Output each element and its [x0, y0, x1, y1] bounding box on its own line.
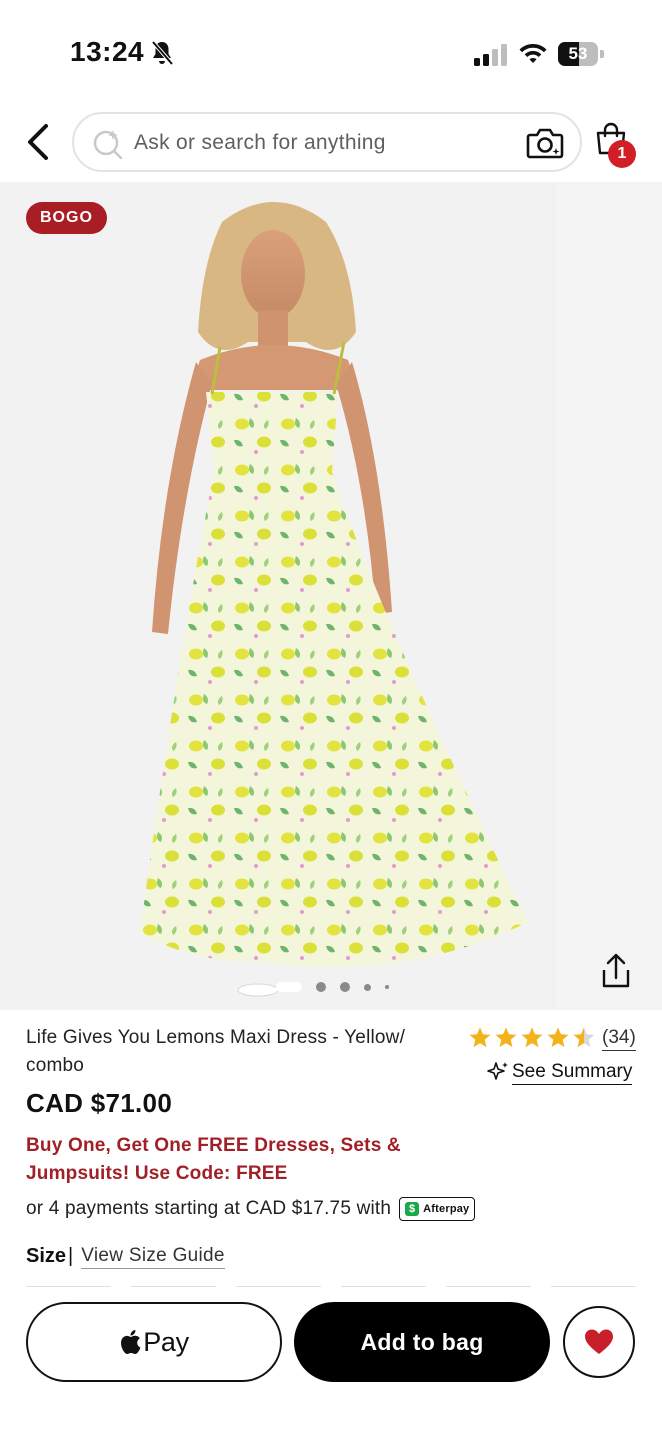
star-icon — [495, 1027, 517, 1047]
installments-info: or 4 payments starting at CAD $17.75 wit… — [26, 1196, 476, 1222]
size-separator: | — [68, 1244, 74, 1267]
product-price: CAD $71.00 — [26, 1088, 173, 1118]
gallery-dot[interactable] — [340, 982, 350, 992]
star-icon — [469, 1027, 491, 1047]
apple-pay-button[interactable]: Pay — [26, 1302, 282, 1382]
gallery-dot[interactable] — [316, 982, 326, 992]
sparkle-icon — [487, 1062, 508, 1080]
share-button[interactable] — [594, 952, 638, 992]
product-image[interactable]: BOGO — [0, 182, 552, 1010]
share-icon — [602, 953, 630, 988]
status-time: 13:24 — [70, 36, 145, 67]
product-title: Life Gives You Lemons Maxi Dress - Yello… — [26, 1027, 406, 1076]
installments-text: or 4 payments starting at CAD $17.75 wit… — [26, 1198, 392, 1219]
sparkle-search-icon — [93, 130, 123, 159]
star-icon — [547, 1027, 569, 1047]
star-icon — [573, 1027, 595, 1047]
bell-off-icon — [151, 40, 174, 66]
battery-body: 53 — [558, 42, 598, 66]
afterpay-label: Afterpay — [423, 1203, 470, 1215]
status-bar: 13:24 53 — [0, 0, 662, 100]
see-summary-label: See Summary — [512, 1060, 633, 1085]
promo-message: Buy One, Get One FREE Dresses, Sets & Ju… — [26, 1135, 401, 1184]
size-label: Size — [26, 1244, 67, 1267]
apple-pay-label: Pay — [143, 1326, 189, 1357]
star-icon — [521, 1027, 543, 1047]
search-bar[interactable] — [72, 112, 582, 172]
top-header: 1 — [0, 108, 662, 178]
view-size-guide-link[interactable]: View Size Guide — [81, 1244, 225, 1269]
heart-icon — [585, 1329, 613, 1354]
next-product-image[interactable] — [556, 182, 662, 1010]
afterpay-badge[interactable]: $ Afterpay — [399, 1197, 476, 1221]
product-rating[interactable]: (34) — [468, 1024, 636, 1052]
see-summary-link[interactable]: See Summary — [486, 1058, 633, 1086]
battery-percent: 53 — [568, 44, 588, 63]
battery-indicator: 53 — [558, 42, 604, 66]
add-to-bag-button[interactable]: Add to bag — [294, 1302, 550, 1382]
gallery-pagination-dots[interactable] — [276, 980, 389, 994]
bottom-action-bar: Pay Add to bag — [0, 1290, 662, 1440]
back-chevron-icon — [28, 124, 48, 160]
cart-count-badge: 1 — [608, 140, 636, 168]
size-row: Size | View Size Guide — [26, 1242, 225, 1270]
camera-icon[interactable] — [526, 126, 564, 160]
product-image-gallery[interactable]: BOGO — [0, 182, 662, 1010]
gallery-dot[interactable] — [385, 985, 389, 989]
search-input[interactable] — [134, 128, 514, 158]
wifi-icon — [519, 44, 547, 63]
cellular-signal-icon — [474, 44, 507, 66]
apple-logo-icon — [121, 1330, 141, 1355]
rating-count[interactable]: (34) — [602, 1026, 636, 1051]
bogo-badge: BOGO — [26, 202, 107, 234]
cart-button[interactable]: 1 — [594, 122, 638, 168]
back-button[interactable] — [18, 118, 58, 166]
rating-stars — [468, 1026, 598, 1050]
afterpay-dollar-icon: $ — [405, 1202, 420, 1216]
model-in-dress-image — [0, 182, 552, 1010]
gallery-dot[interactable] — [276, 982, 302, 992]
battery-cap — [600, 50, 604, 58]
wishlist-button[interactable] — [563, 1306, 635, 1378]
gallery-dot[interactable] — [364, 983, 371, 991]
